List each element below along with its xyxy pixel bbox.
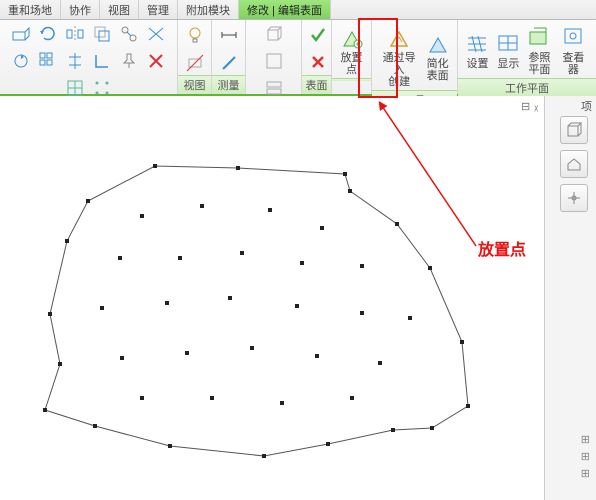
tab-addons[interactable]: 附加模块 bbox=[178, 0, 239, 19]
trim-icon[interactable] bbox=[144, 22, 168, 46]
tab-view[interactable]: 视图 bbox=[100, 0, 139, 19]
ref-plane-icon bbox=[526, 24, 552, 50]
box-icon[interactable] bbox=[262, 22, 286, 46]
show-label: 显示 bbox=[497, 58, 519, 70]
bulb-icon[interactable] bbox=[183, 23, 207, 47]
expand-icon-1[interactable]: ⊞ bbox=[581, 433, 590, 446]
place-point-icon bbox=[339, 24, 365, 50]
box2-icon[interactable] bbox=[262, 49, 286, 73]
expand-icon-2[interactable]: ⊞ bbox=[581, 450, 590, 463]
import-create-button[interactable]: 通过导入 创建 bbox=[376, 22, 422, 90]
grid-set-icon bbox=[464, 30, 490, 56]
ribbon: 修改 视图 测量 创建 表面 放置 点 bbox=[0, 20, 596, 96]
viewer-icon bbox=[560, 24, 586, 50]
cancel-icon[interactable] bbox=[306, 50, 330, 74]
pin-icon[interactable] bbox=[117, 49, 141, 73]
group-surface: 表面 bbox=[302, 20, 332, 94]
viewer-label: 查看器 bbox=[559, 52, 588, 76]
viewport-controls bbox=[560, 116, 588, 212]
viewcube-button[interactable] bbox=[560, 116, 588, 144]
tree-expand-buttons: ⊞ ⊞ ⊞ bbox=[581, 433, 590, 480]
group-label-view: 视图 bbox=[178, 75, 211, 94]
group-place-point: 放置 点 bbox=[332, 20, 372, 94]
tab-manage[interactable]: 管理 bbox=[139, 0, 178, 19]
group-tools: 通过导入 创建 简化 表面 工具 bbox=[372, 20, 458, 94]
group-measure: 测量 bbox=[212, 20, 246, 94]
snap-icon[interactable] bbox=[117, 22, 141, 46]
ref-plane-label: 参照 平面 bbox=[528, 52, 550, 76]
measure-icon[interactable] bbox=[217, 51, 241, 75]
group-view: 视图 bbox=[178, 20, 212, 94]
set-label: 设置 bbox=[466, 58, 488, 70]
group-label-workplane: 工作平面 bbox=[458, 78, 596, 97]
array-icon[interactable] bbox=[36, 49, 60, 73]
tab-modify-edit-surface[interactable]: 修改 | 编辑表面 bbox=[239, 0, 331, 19]
group-modify: 修改 bbox=[0, 20, 178, 94]
tab-massif[interactable]: 重和场地 bbox=[0, 0, 61, 19]
simplify-label: 简化 表面 bbox=[427, 58, 449, 82]
side-panel-label: 项 bbox=[581, 98, 592, 114]
import-create-label: 通过导入 创建 bbox=[380, 52, 418, 88]
dimension-icon[interactable] bbox=[217, 23, 241, 47]
rotate-icon[interactable] bbox=[36, 22, 60, 46]
drawing-canvas[interactable]: ⊟ ᵪ bbox=[0, 96, 544, 500]
cycle-icon[interactable] bbox=[9, 49, 33, 73]
import-house-icon bbox=[386, 24, 412, 50]
delete-icon[interactable] bbox=[144, 49, 168, 73]
viewer-button[interactable]: 查看器 bbox=[555, 22, 592, 78]
group-label-blank bbox=[332, 78, 371, 81]
group-label-measure: 测量 bbox=[212, 75, 245, 94]
set-button[interactable]: 设置 bbox=[462, 22, 493, 78]
hide-icon[interactable] bbox=[183, 51, 207, 75]
topo-surface-polygon bbox=[0, 96, 544, 500]
grid-show-icon bbox=[495, 30, 521, 56]
simplify-icon bbox=[425, 30, 451, 56]
pan-button[interactable] bbox=[560, 184, 588, 212]
expand-icon-3[interactable]: ⊞ bbox=[581, 467, 590, 480]
offset-icon[interactable] bbox=[90, 22, 114, 46]
home-view-button[interactable] bbox=[560, 150, 588, 178]
check-icon[interactable] bbox=[306, 23, 330, 47]
place-point-button[interactable]: 放置 点 bbox=[336, 22, 367, 78]
tab-collab[interactable]: 协作 bbox=[61, 0, 100, 19]
side-panel: 项 ⊞ ⊞ ⊞ bbox=[544, 96, 596, 500]
ref-plane-button[interactable]: 参照 平面 bbox=[524, 22, 555, 78]
group-workplane: 设置 显示 参照 平面 查看器 工作平面 bbox=[458, 20, 596, 94]
show-button[interactable]: 显示 bbox=[493, 22, 524, 78]
group-create: 创建 bbox=[246, 20, 302, 94]
align-icon[interactable] bbox=[63, 49, 87, 73]
mirror-icon[interactable] bbox=[63, 22, 87, 46]
simplify-button[interactable]: 简化 表面 bbox=[422, 22, 453, 90]
group-label-surface: 表面 bbox=[302, 75, 331, 94]
extrude-icon[interactable] bbox=[9, 22, 33, 46]
tab-bar: 重和场地 协作 视图 管理 附加模块 修改 | 编辑表面 bbox=[0, 0, 596, 20]
corner-icon[interactable] bbox=[90, 49, 114, 73]
place-point-label: 放置 点 bbox=[341, 52, 363, 76]
